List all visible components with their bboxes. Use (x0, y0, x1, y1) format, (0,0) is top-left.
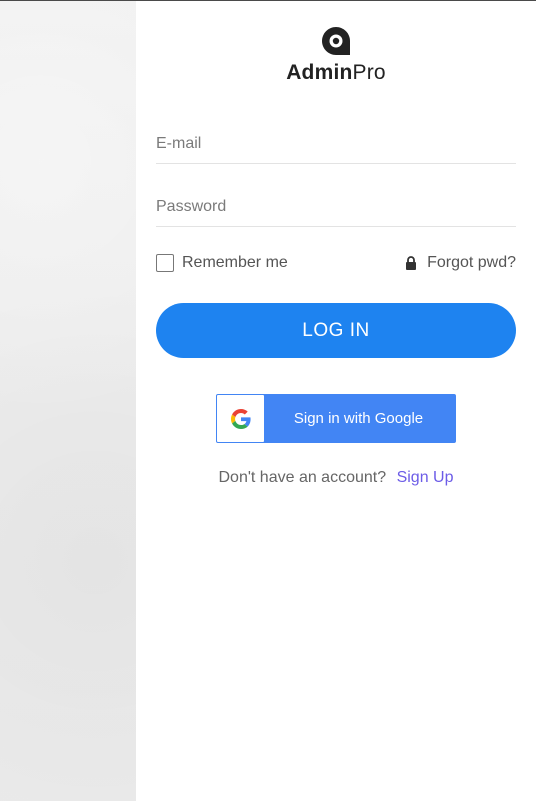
brand-name: AdminPro (136, 61, 536, 85)
brand-name-bold: Admin (286, 61, 353, 84)
login-form-panel: AdminPro Remember me Forgot pwd? LOG IN (136, 1, 536, 801)
remember-me-control[interactable]: Remember me (156, 254, 288, 272)
password-input[interactable] (156, 188, 516, 226)
google-sign-in-label: Sign in with Google (293, 410, 424, 427)
google-sign-in-button[interactable]: Sign in with Google (216, 394, 456, 443)
remember-me-label: Remember me (182, 254, 288, 271)
signup-row: Don't have an account? Sign Up (136, 469, 536, 487)
options-row: Remember me Forgot pwd? (156, 251, 516, 275)
password-field-wrapper (156, 188, 516, 227)
google-icon-box (217, 395, 264, 442)
signup-prompt: Don't have an account? (218, 469, 387, 486)
brand-logo: AdminPro (136, 25, 536, 85)
email-field-wrapper (156, 125, 516, 164)
lock-icon (406, 256, 417, 270)
login-button[interactable]: LOG IN (156, 303, 516, 358)
google-g-icon (230, 408, 251, 429)
remember-me-checkbox[interactable] (156, 254, 174, 272)
login-page: AdminPro Remember me Forgot pwd? LOG IN (0, 0, 536, 801)
logo-mark-icon (322, 27, 350, 55)
background-image-panel (0, 1, 136, 801)
email-input[interactable] (156, 125, 516, 163)
brand-name-light: Pro (352, 61, 386, 84)
signup-link[interactable]: Sign Up (397, 469, 454, 486)
forgot-password-link[interactable]: Forgot pwd? (405, 254, 516, 272)
forgot-password-label: Forgot pwd? (427, 254, 516, 271)
